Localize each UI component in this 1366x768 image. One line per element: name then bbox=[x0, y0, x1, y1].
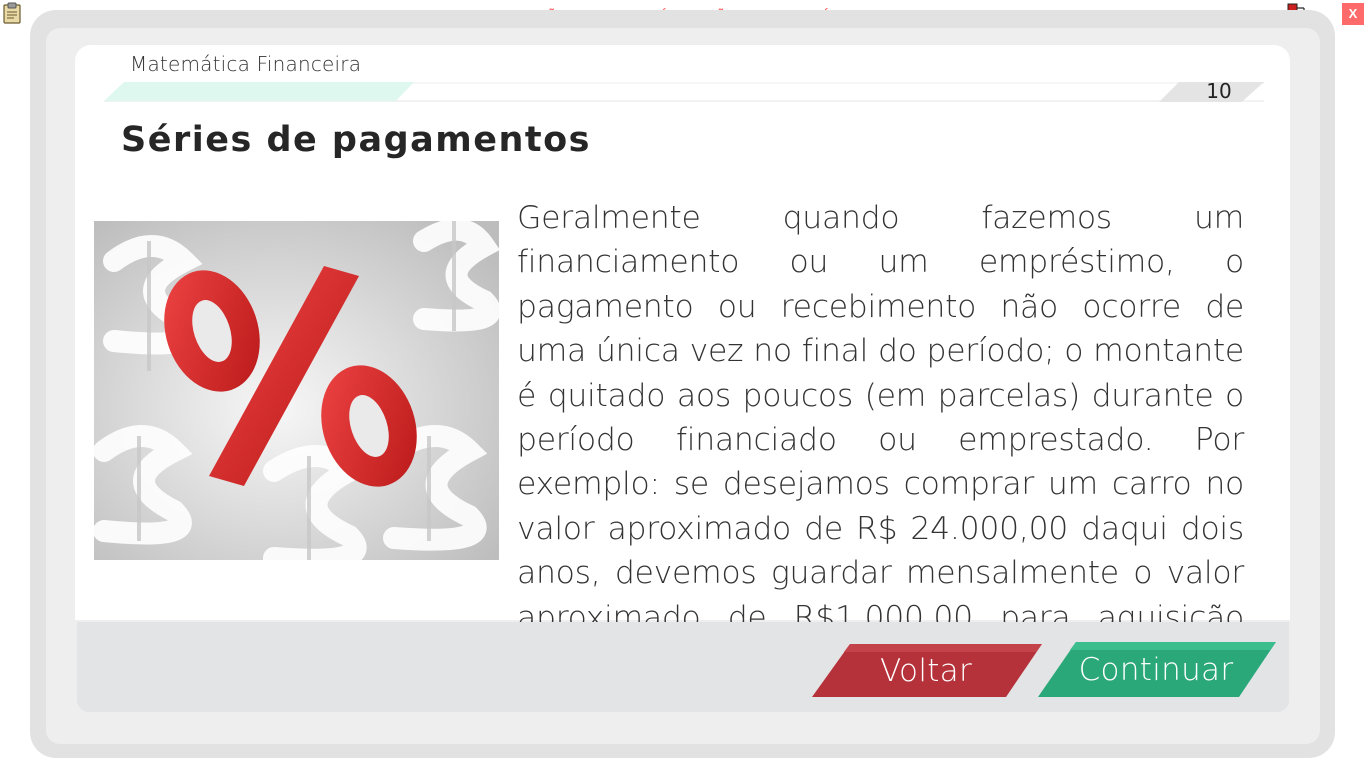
back-button-label: Voltar bbox=[879, 652, 973, 689]
back-button[interactable]: Voltar bbox=[810, 642, 1042, 699]
header-band bbox=[104, 82, 1264, 107]
course-title: Matemática Financeira bbox=[130, 52, 362, 76]
continue-button[interactable]: Continuar bbox=[1036, 640, 1276, 699]
body-paragraph: Geralmente quando fazemos um financiamen… bbox=[517, 200, 1244, 680]
close-button[interactable]: X bbox=[1342, 3, 1364, 25]
page-number: 10 bbox=[1206, 79, 1232, 103]
clipboard-icon[interactable] bbox=[2, 2, 22, 24]
percent-illustration bbox=[94, 221, 499, 560]
continue-button-label: Continuar bbox=[1078, 651, 1234, 688]
page-title: Séries de pagamentos bbox=[121, 120, 592, 160]
